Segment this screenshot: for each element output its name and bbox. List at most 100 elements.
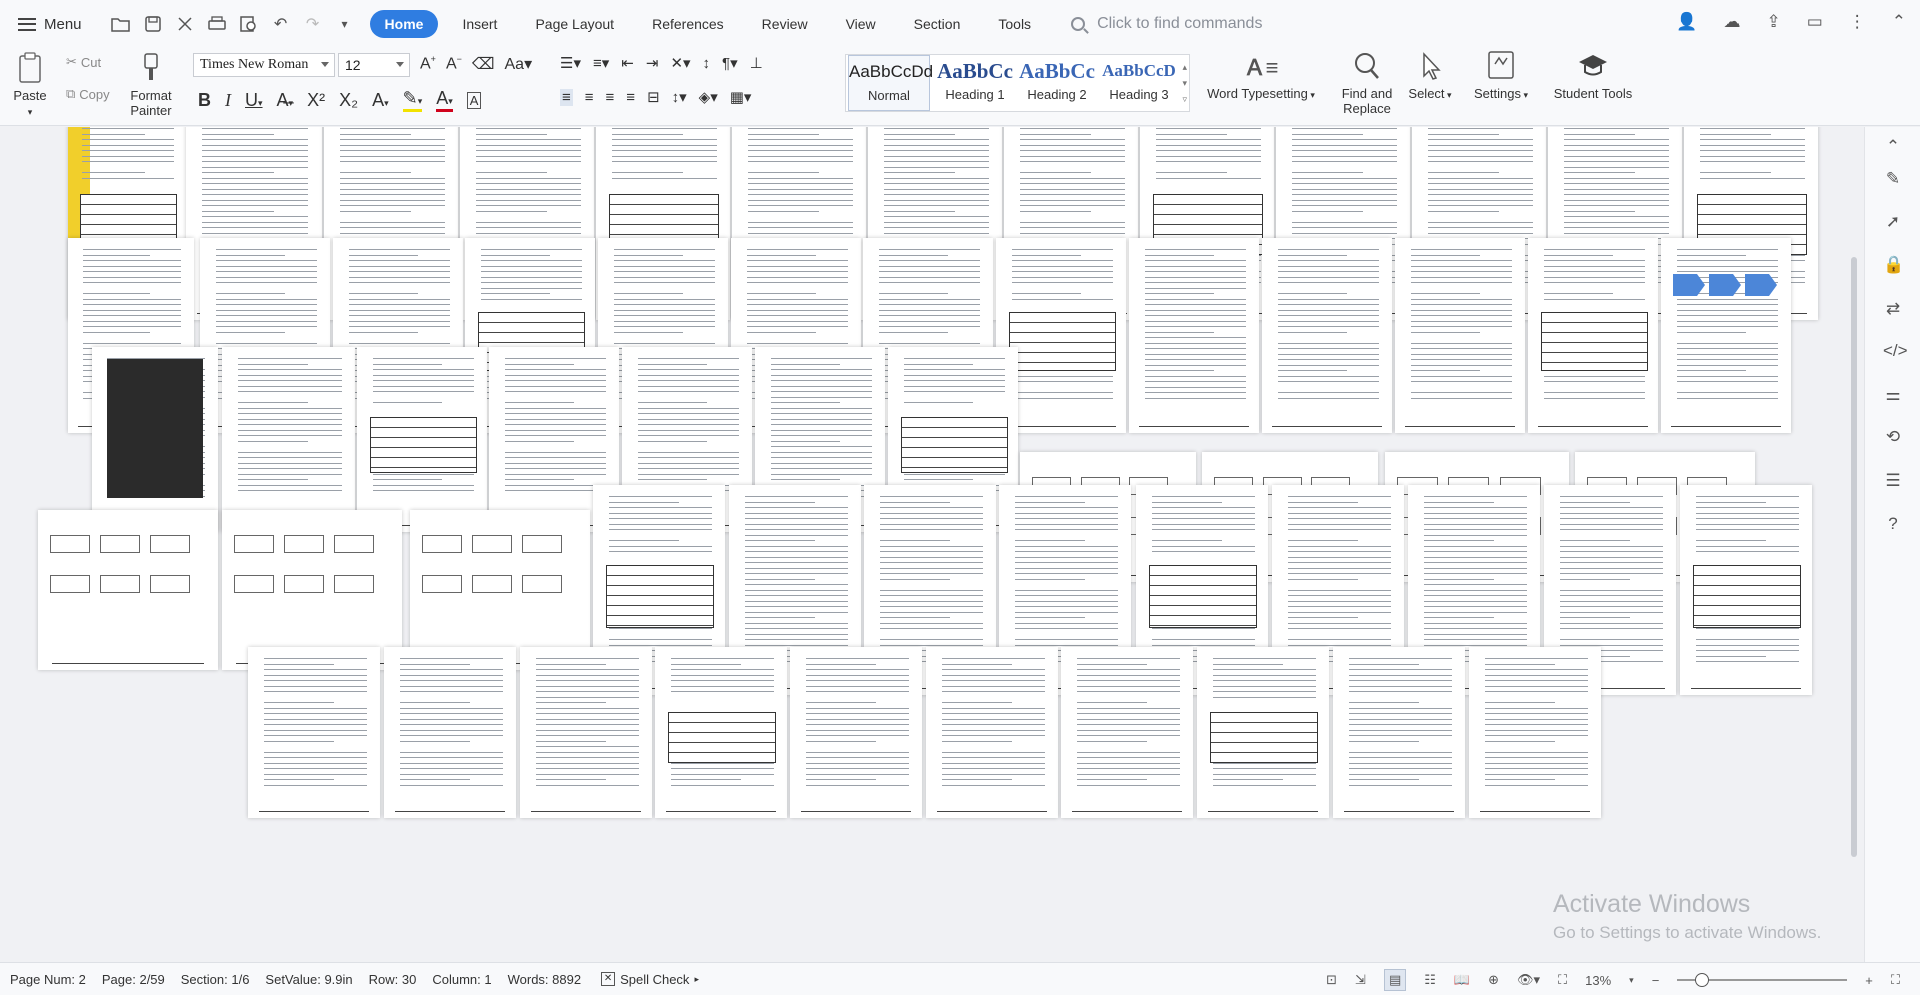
paste-button[interactable]: Paste ▾ [10, 52, 50, 118]
share-user-icon[interactable]: 👤 [1676, 12, 1697, 32]
page-thumbnail[interactable] [1197, 647, 1329, 818]
pen-icon[interactable]: ✎ [1883, 169, 1903, 189]
highlight-icon[interactable]: ✎▾ [402, 88, 423, 112]
menu-button[interactable]: Menu [18, 16, 82, 33]
italic-icon[interactable]: I [225, 90, 231, 111]
cloud-sync-icon[interactable]: ☁ [1723, 12, 1740, 32]
align-right-icon[interactable]: ≡ [606, 89, 615, 106]
customize-toolbar-icon[interactable]: ▾ [334, 13, 356, 35]
page-thumbnail[interactable] [1333, 647, 1465, 818]
settings-button[interactable]: Settings ▾ [1468, 50, 1534, 101]
tab-insert[interactable]: Insert [448, 11, 511, 37]
zoom-dropdown-icon[interactable]: ▾ [1629, 975, 1634, 986]
redo-icon[interactable]: ↷ [302, 13, 324, 35]
web-view-icon[interactable]: ⊕ [1488, 972, 1499, 988]
page-num-indicator[interactable]: Page Num: 2 [10, 972, 86, 987]
sliders-icon[interactable]: ⚌ [1883, 385, 1903, 405]
chevron-up-icon[interactable]: ⌃ [1883, 137, 1903, 157]
reading-view-icon[interactable]: 📖 [1454, 972, 1470, 988]
clear-format-icon[interactable]: ⌫ [472, 54, 495, 74]
export-pdf-icon[interactable] [174, 13, 196, 35]
command-search[interactable]: Click to find commands [1071, 15, 1262, 33]
style-heading-1[interactable]: AaBbCc Heading 1 [934, 55, 1016, 111]
style-heading-2[interactable]: AaBbCc Heading 2 [1016, 55, 1098, 111]
page-thumbnail[interactable] [1661, 238, 1791, 433]
zoom-slider[interactable] [1677, 973, 1848, 987]
page-thumbnail[interactable] [248, 647, 380, 818]
subscript-icon[interactable]: X₂ [339, 90, 358, 111]
find-replace-button[interactable]: Find and Replace [1336, 50, 1398, 116]
word-typesetting-button[interactable]: Ａ≡ Word Typesetting ▾ [1206, 50, 1316, 101]
numbering-icon[interactable]: ≡▾ [593, 54, 609, 72]
shading-icon[interactable]: ◈▾ [699, 88, 718, 106]
tab-review[interactable]: Review [748, 11, 822, 37]
print-icon[interactable] [206, 13, 228, 35]
collaboration-icon[interactable]: ⇪ [1766, 12, 1780, 32]
eye-protection-icon[interactable]: 👁▾ [1517, 972, 1540, 988]
layers-icon[interactable]: ☰ [1883, 471, 1903, 491]
cut-button[interactable]: ✂ Cut [66, 54, 101, 70]
font-color-icon[interactable]: A▾ [436, 88, 453, 112]
borders-icon[interactable]: ▦▾ [730, 88, 752, 106]
protect-icon[interactable]: ⊡ [1326, 972, 1337, 988]
zoom-level[interactable]: 13% [1585, 973, 1611, 988]
sort-icon[interactable]: ↕ [703, 55, 711, 72]
page-thumbnail[interactable] [1262, 238, 1392, 433]
zoom-in-icon[interactable]: + [1865, 973, 1873, 988]
align-left-icon[interactable]: ≡ [560, 88, 573, 106]
tab-page-layout[interactable]: Page Layout [521, 11, 628, 37]
page-thumbnail[interactable] [384, 647, 516, 818]
page-thumbnail[interactable] [655, 647, 787, 818]
tab-tools[interactable]: Tools [984, 11, 1045, 37]
print-preview-icon[interactable] [238, 13, 260, 35]
save-icon[interactable] [142, 13, 164, 35]
text-effect-icon[interactable]: A▾ [372, 90, 389, 111]
bullets-icon[interactable]: ☰▾ [560, 54, 581, 72]
pointer-icon[interactable]: ➚ [1883, 212, 1903, 232]
output-icon[interactable]: ⇲ [1355, 972, 1366, 988]
tab-view[interactable]: View [832, 11, 890, 37]
tab-stops-icon[interactable]: ⊥ [750, 54, 763, 72]
line-spacing-icon[interactable]: ↕▾ [672, 88, 687, 106]
change-case-icon[interactable]: Aa▾ [505, 54, 533, 74]
grow-font-icon[interactable]: A+ [420, 54, 436, 73]
font-size-select[interactable]: 12 [338, 53, 410, 77]
page-thumbnail[interactable] [410, 510, 590, 670]
shrink-font-icon[interactable]: A− [446, 54, 462, 73]
format-painter-button[interactable]: Format Painter [126, 52, 176, 118]
spell-check-button[interactable]: ✕ Spell Check ▸ [601, 972, 699, 987]
fit-page-icon[interactable]: ⛶ [1558, 972, 1567, 988]
translate-icon[interactable]: ⇄ [1883, 299, 1903, 319]
page-indicator[interactable]: Page: 2/59 [102, 972, 165, 987]
style-normal[interactable]: AaBbCcDd Normal [848, 55, 933, 111]
section-indicator[interactable]: Section: 1/6 [181, 972, 250, 987]
page-view-icon[interactable]: ▤ [1383, 969, 1407, 991]
underline-icon[interactable]: U▾ [245, 90, 263, 111]
collapse-ribbon-icon[interactable]: ⌃ [1892, 12, 1906, 32]
superscript-icon[interactable]: X² [307, 90, 325, 111]
tab-section[interactable]: Section [900, 11, 975, 37]
page-thumbnail[interactable] [357, 347, 487, 532]
copy-button[interactable]: ⧉ Copy [66, 86, 110, 102]
font-name-select[interactable]: Times New Roman [193, 53, 335, 77]
align-center-icon[interactable]: ≡ [585, 89, 594, 106]
page-thumbnail[interactable] [1528, 238, 1658, 433]
page-thumbnail[interactable] [926, 647, 1058, 818]
help-icon[interactable]: ? [1883, 514, 1903, 534]
page-thumbnail[interactable] [1129, 238, 1259, 433]
style-heading-3[interactable]: AaBbCcD Heading 3 [1098, 55, 1180, 111]
tab-home[interactable]: Home [369, 10, 439, 38]
distribute-icon[interactable]: ⊟ [647, 88, 660, 106]
more-options-icon[interactable]: ⋮ [1849, 12, 1866, 32]
row-indicator[interactable]: Row: 30 [369, 972, 417, 987]
zoom-out-icon[interactable]: − [1652, 973, 1660, 988]
character-border-icon[interactable]: A [466, 91, 482, 109]
page-thumbnail[interactable] [1061, 647, 1193, 818]
page-thumbnail[interactable] [92, 347, 218, 532]
column-indicator[interactable]: Column: 1 [432, 972, 491, 987]
show-marks-icon[interactable]: ¶▾ [722, 54, 738, 72]
justify-icon[interactable]: ≡ [626, 89, 635, 106]
scrollbar-thumb[interactable] [1851, 257, 1857, 857]
page-thumbnail[interactable] [222, 347, 355, 532]
bold-icon[interactable]: B [198, 90, 211, 111]
